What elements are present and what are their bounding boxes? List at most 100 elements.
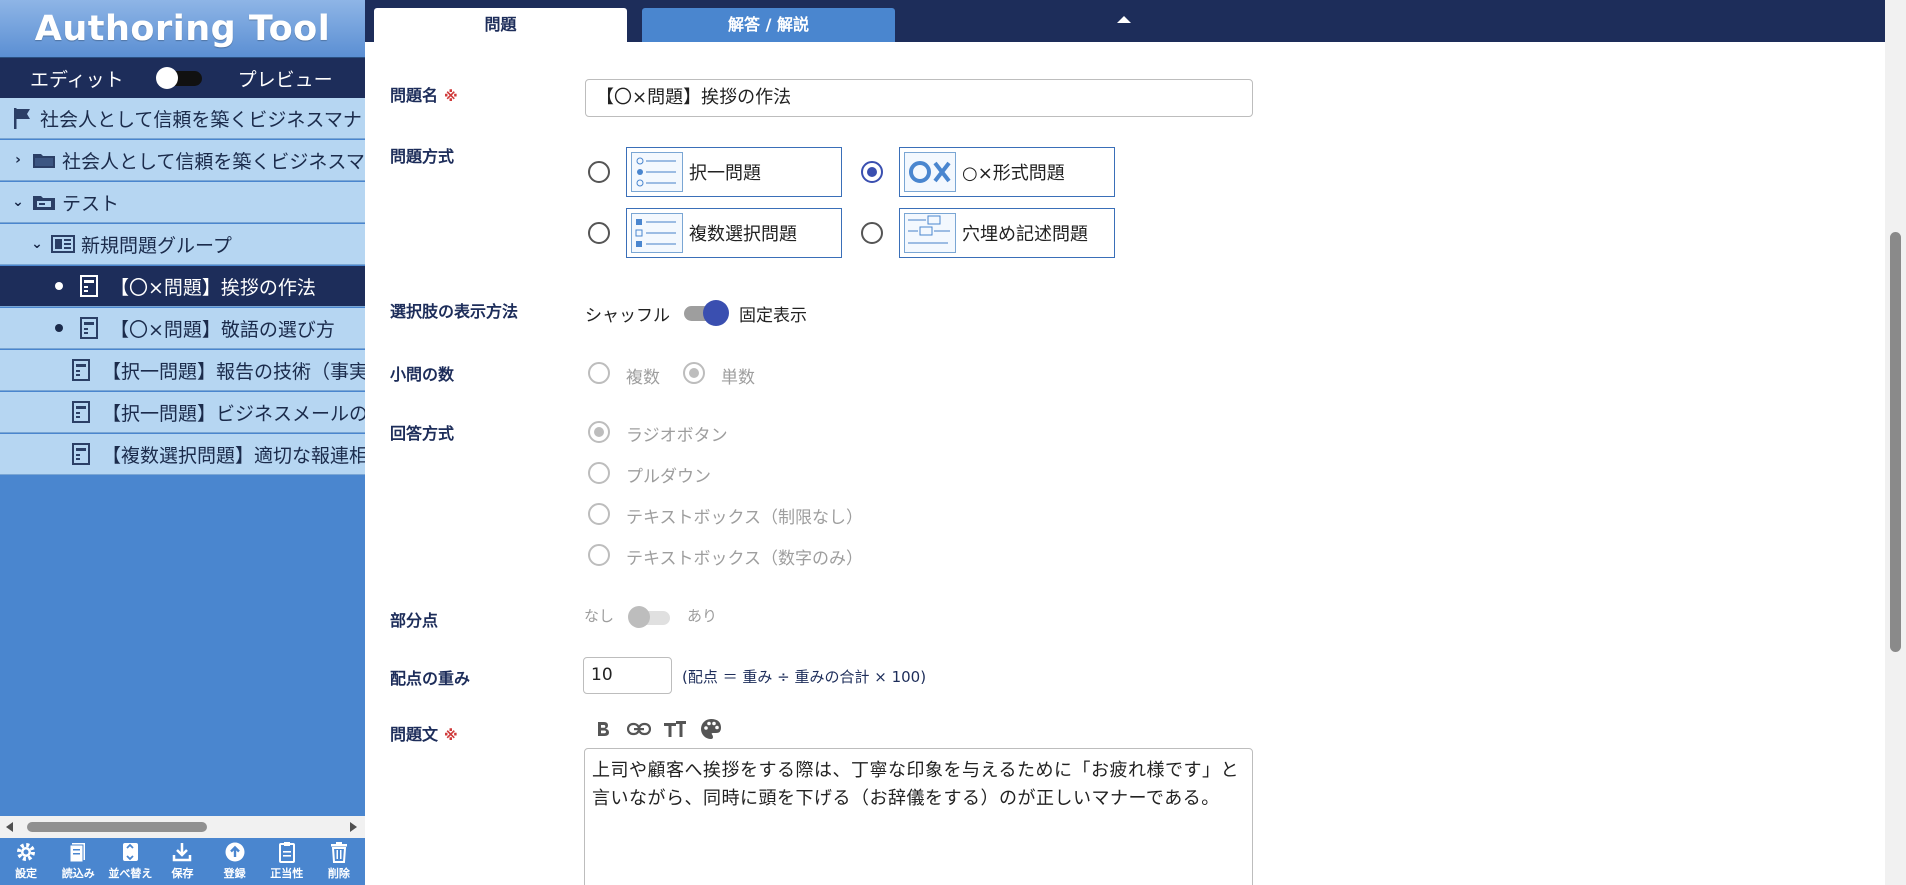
answer-radio-radio[interactable] [588,421,610,443]
chevron-right-icon[interactable]: › [10,152,26,168]
trash-icon [330,842,347,863]
text-size-icon[interactable] [662,716,688,742]
sort-button[interactable]: 並べ替え [108,841,152,881]
display-order-toggle[interactable] [684,300,730,326]
single-choice-icon [631,152,683,192]
question-doc-icon [80,317,98,339]
answer-method-label: 回答方式 [390,424,455,443]
main-panel: 問題 解答 / 解説 問題名 ※ 【〇×問題】挨拶の作法 問題方式 択一問題 ○×… [365,0,1906,885]
main-vertical-scrollbar[interactable] [1885,0,1906,885]
collapse-up-icon[interactable] [1117,16,1131,23]
save-button[interactable]: 保存 [160,841,204,881]
app-title: Authoring Tool [0,0,365,58]
type-card-truefalse[interactable]: ○×形式問題 [899,147,1115,197]
edit-mode-label: エディット [30,68,124,91]
type-radio-truefalse[interactable] [861,161,883,183]
validity-button[interactable]: 正当性 [265,841,309,881]
tree-item-question[interactable]: 【択一問題】ビジネスメールの [0,392,365,433]
body-label-text: 問題文 [390,725,439,744]
mode-toggle[interactable] [155,67,204,89]
bullet-icon [55,282,63,290]
tree-item-question[interactable]: 【択一問題】報告の技術（事実 [0,350,365,391]
folder-icon [32,150,56,170]
subq-single-label: 単数 [721,368,755,388]
chevron-down-icon[interactable]: ⌄ [10,194,26,210]
tree-item-test-folder[interactable]: ⌄ テスト [0,182,365,223]
answer-option-label: プルダウン [626,467,711,487]
load-button[interactable]: 読込み [56,841,100,881]
delete-button[interactable]: 削除 [317,841,361,881]
tree-item-group[interactable]: ⌄ 新規問題グループ [0,224,365,265]
tab-answer[interactable]: 解答 / 解説 [642,8,895,42]
scroll-thumb[interactable] [27,822,207,832]
answer-radio-pulldown[interactable] [588,462,610,484]
tree-item-course[interactable]: 社会人として信頼を築くビジネスマナ [0,98,365,139]
required-mark: ※ [444,728,458,744]
subq-radio-multiple[interactable] [588,362,610,384]
type-card-fillin[interactable]: 穴埋め記述問題 [899,208,1115,258]
chevron-down-icon[interactable]: ⌄ [29,236,45,252]
tree-item-label: 【〇×問題】挨拶の作法 [110,276,316,299]
shuffle-label: シャッフル [585,306,670,326]
tree-item-label: 【択一問題】報告の技術（事実 [102,360,365,383]
settings-label: 設定 [15,867,38,880]
question-doc-icon [80,275,98,297]
tree-item-question[interactable]: 【〇×問題】敬語の選び方 [0,308,365,349]
tree-item-folder[interactable]: › 社会人として信頼を築くビジネスマ [0,140,365,181]
download-icon [173,843,192,862]
bullet-icon [55,324,63,332]
answer-option-label: テキストボックス（制限なし） [626,508,863,528]
type-label-fillin: 穴埋め記述問題 [962,224,1088,245]
answer-option-label: ラジオボタン [626,426,728,446]
settings-button[interactable]: 設定 [4,841,48,881]
tree-item-question[interactable]: 【複数選択問題】適切な報連相 [0,434,365,475]
tab-question[interactable]: 問題 [374,8,627,42]
bold-icon[interactable] [590,716,616,742]
subq-radio-single[interactable] [683,362,705,384]
scroll-thumb[interactable] [1890,232,1901,652]
tree-item-label: 【択一問題】ビジネスメールの [102,402,365,425]
tree-item-label: 【複数選択問題】適切な報連相 [102,444,365,467]
required-mark: ※ [444,89,458,105]
type-card-single[interactable]: 択一問題 [626,147,842,197]
weight-input[interactable]: 10 [583,657,672,694]
editor-toolbar [590,716,724,742]
preview-mode-label: プレビュー [237,68,333,91]
answer-radio-numeric[interactable] [588,544,610,566]
tree-item-label: 社会人として信頼を築くビジネスマ [62,150,365,173]
title-label-text: 問題名 [390,86,439,105]
subq-multiple-label: 複数 [626,368,660,388]
register-label: 登録 [223,867,246,880]
partial-off-label: なし [584,607,615,625]
sidebar-horizontal-scrollbar[interactable] [0,816,365,838]
type-radio-multiple[interactable] [588,222,610,244]
fill-in-icon [904,213,956,253]
type-radio-single[interactable] [588,161,610,183]
mode-bar: エディット プレビュー [0,58,365,98]
register-button[interactable]: 登録 [213,841,257,881]
group-icon [51,234,75,254]
type-card-multiple[interactable]: 複数選択問題 [626,208,842,258]
question-doc-icon [72,443,90,465]
question-body-textarea[interactable]: 上司や顧客へ挨拶をする際は、丁寧な印象を与えるために「お疲れ様です」と言いながら… [584,748,1253,885]
palette-icon[interactable] [698,716,724,742]
validity-label: 正当性 [270,867,304,880]
link-icon[interactable] [626,716,652,742]
flag-icon [12,106,32,130]
type-radio-fillin[interactable] [861,222,883,244]
scroll-left-icon[interactable] [6,822,13,832]
load-label: 読込み [61,867,95,880]
partial-score-toggle[interactable] [628,605,672,629]
tab-bar: 問題 解答 / 解説 [365,0,1885,42]
body-field-label: 問題文 ※ [390,721,458,745]
type-label-multiple: 複数選択問題 [689,224,797,245]
tree-item-question-selected[interactable]: 【〇×問題】挨拶の作法 [0,266,365,307]
answer-radio-textbox[interactable] [588,503,610,525]
clipboard-icon [278,842,295,863]
tree-item-label: テスト [62,192,120,215]
question-title-input[interactable]: 【〇×問題】挨拶の作法 [585,79,1253,117]
display-field-label: 選択肢の表示方法 [390,302,519,321]
scroll-right-icon[interactable] [350,822,357,832]
load-icon [69,843,86,863]
partial-field-label: 部分点 [390,611,439,630]
